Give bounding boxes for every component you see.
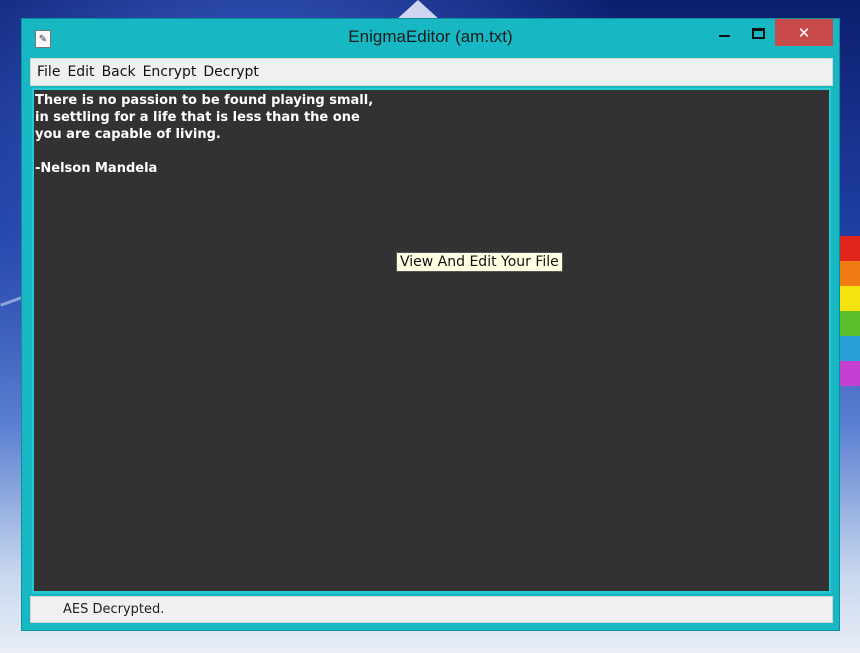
minimize-icon <box>718 35 730 37</box>
menu-bar: File Edit Back Encrypt Decrypt <box>30 58 833 86</box>
status-text: AES Decrypted. <box>63 602 165 617</box>
menu-encrypt[interactable]: Encrypt <box>143 62 197 82</box>
menu-decrypt[interactable]: Decrypt <box>203 62 259 82</box>
minimize-button[interactable] <box>707 19 741 47</box>
editor-line: There is no passion to be found playing … <box>35 93 374 108</box>
maximize-icon <box>751 27 765 39</box>
close-icon: ✕ <box>797 23 811 42</box>
wallpaper-prism-shape <box>396 0 440 20</box>
editor-line: you are capable of living. <box>35 127 221 142</box>
maximize-button[interactable] <box>741 19 775 47</box>
editor-line: in settling for a life that is less than… <box>35 110 360 125</box>
title-bar[interactable]: ✎ EnigmaEditor (am.txt) ✕ <box>22 19 839 57</box>
text-editor-area[interactable]: There is no passion to be found playing … <box>32 88 831 593</box>
app-window: ✎ EnigmaEditor (am.txt) ✕ File Edit Back… <box>21 18 840 631</box>
menu-back[interactable]: Back <box>102 62 136 82</box>
menu-edit[interactable]: Edit <box>67 62 94 82</box>
wallpaper-light-beam <box>0 296 22 307</box>
wallpaper-rainbow-stripes <box>838 236 860 386</box>
status-bar: AES Decrypted. <box>30 596 833 623</box>
menu-file[interactable]: File <box>37 62 60 82</box>
editor-line: -Nelson Mandela <box>35 161 158 176</box>
editor-tooltip: View And Edit Your File <box>396 252 563 272</box>
close-button[interactable]: ✕ <box>775 19 833 46</box>
